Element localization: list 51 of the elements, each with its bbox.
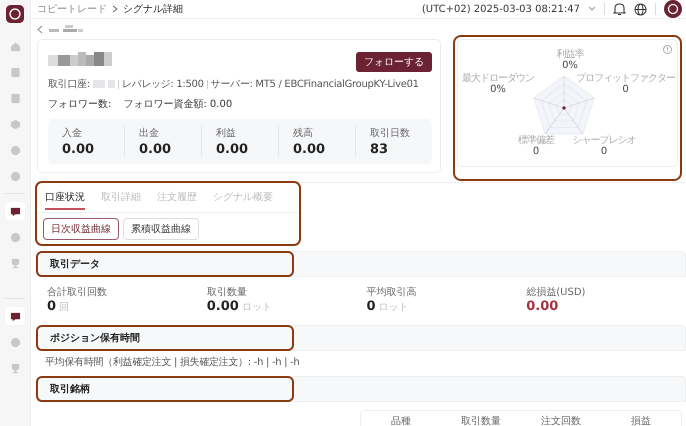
unit-label: ロット (378, 301, 409, 314)
stat-value: 0.00 (62, 142, 96, 157)
timezone-selector[interactable]: (UTC+02) 2025-03-03 08:21:47 (422, 4, 580, 14)
tab[interactable]: 口座状況 (45, 188, 85, 210)
metric-label: 標準偏差 (518, 136, 554, 146)
account-label: 取引口座: (48, 78, 90, 91)
follow-button[interactable]: フォローする (356, 52, 432, 72)
stat-label: 残高 (293, 126, 314, 140)
metric-label: 最大ドローダウン (462, 74, 534, 84)
metric-label: 利益率 (556, 50, 584, 60)
unit-label: ロット (242, 301, 272, 314)
unit-label: 回 (59, 301, 70, 314)
section-title: 取引銘柄 (38, 378, 292, 400)
stat-value: 0.00 (293, 142, 326, 157)
followers-label: フォロワー数: (48, 98, 112, 111)
column-header: 損益 (630, 415, 652, 426)
stat-label: 平均取引高 (366, 286, 418, 299)
breadcrumb-current: シグナル詳細 (123, 2, 183, 16)
stat-label: 出金 (139, 126, 160, 140)
stat-label: 合計取引回数 (47, 286, 108, 299)
leverage-text: レバレッジ: 1:500 (122, 78, 204, 91)
column-header: 注文回数 (540, 414, 582, 426)
holding-time-text: 平均保有時間（利益確定注文 | 損失確定注文）: -h | -h | -h (44, 356, 300, 369)
stat-value: 0.00 (526, 299, 558, 314)
section-title: 取引データ (38, 253, 292, 275)
breadcrumb-link[interactable]: コピートレード (37, 2, 107, 16)
stat-label: 入金 (62, 126, 83, 140)
stat-value: 83 (370, 142, 390, 157)
stat-value: 0 (366, 299, 376, 314)
metric-value: 0 (532, 146, 540, 157)
stat-label: 総損益(USD) (526, 286, 586, 299)
metric-value: 0 (600, 146, 608, 157)
stat-label: 利益 (216, 126, 237, 140)
metric-value: 0 (622, 84, 629, 95)
stat-label: 取引数量 (206, 286, 248, 299)
stat-value: 0.00 (216, 142, 250, 157)
metric-value: 0% (490, 84, 506, 95)
metric-label: プロフィットファクター (576, 74, 675, 84)
chart-type-button[interactable]: 日次収益曲線 (43, 218, 119, 240)
column-header: 取引数量 (460, 415, 502, 426)
server-text: サーバー: MT5 / EBCFinancialGroupKY-Live01 (210, 78, 419, 91)
column-header: 品種 (390, 415, 412, 426)
follower-funds-text: フォロワー資金額: 0.00 (123, 98, 232, 111)
stat-value: 0.00 (139, 142, 172, 157)
metric-label: シャープレシオ (572, 136, 636, 146)
section-title: ポジション保有時間 (38, 327, 292, 349)
chart-type-button[interactable]: 累積収益曲線 (123, 218, 199, 240)
stat-value: 0 (47, 299, 56, 314)
stat-label: 取引日数 (370, 127, 411, 140)
metric-value: 0% (562, 60, 578, 71)
stat-value: 0.00 (206, 299, 239, 314)
